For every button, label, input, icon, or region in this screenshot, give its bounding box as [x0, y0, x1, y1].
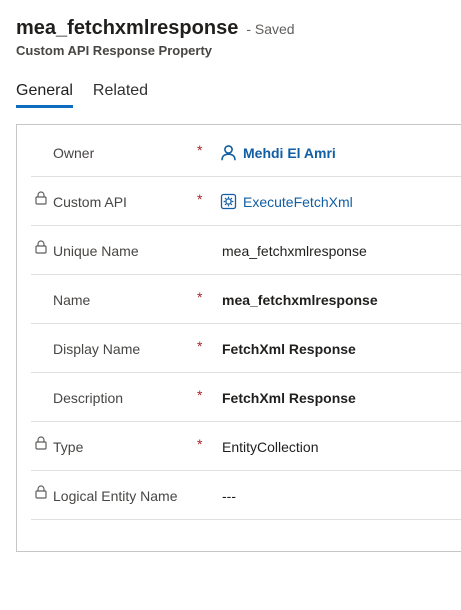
field-label-owner: Owner: [53, 145, 95, 161]
record-title: mea_fetchxmlresponse: [16, 17, 239, 39]
custom-api-value: ExecuteFetchXml: [243, 193, 353, 210]
lock-icon: [35, 240, 47, 254]
owner-value: Mehdi El Amri: [243, 144, 336, 161]
required-indicator: *: [197, 436, 203, 452]
field-label-logical-entity-name: Logical Entity Name: [53, 488, 178, 504]
required-indicator: *: [197, 142, 203, 158]
name-input[interactable]: mea_fetchxmlresponse: [222, 292, 378, 308]
display-name-input[interactable]: FetchXml Response: [222, 341, 356, 357]
tab-general[interactable]: General: [16, 82, 73, 108]
person-icon: [221, 145, 236, 161]
field-row-custom-api: Custom API * ExecuteFetchXml: [31, 177, 461, 226]
field-label-display-name: Display Name: [53, 341, 141, 357]
tab-related[interactable]: Related: [93, 82, 148, 108]
required-indicator: *: [197, 387, 203, 403]
field-row-name: Name * mea_fetchxmlresponse: [31, 275, 461, 324]
entity-type-label: Custom API Response Property: [16, 43, 213, 58]
unique-name-value: mea_fetchxmlresponse: [222, 243, 367, 259]
field-label-type: Type: [53, 439, 84, 455]
type-value: EntityCollection: [222, 439, 319, 455]
field-row-display-name: Display Name * FetchXml Response: [31, 324, 461, 373]
field-row-owner: Owner * Mehdi El Amri: [31, 128, 461, 177]
required-indicator: *: [197, 289, 203, 305]
field-label-unique-name: Unique Name: [53, 243, 139, 259]
field-label-description: Description: [53, 390, 124, 406]
field-label-name: Name: [53, 292, 91, 308]
lock-icon: [35, 436, 47, 450]
logical-entity-name-value: ---: [222, 488, 236, 504]
custom-api-icon: [220, 193, 237, 210]
general-section: Owner * Mehdi El Amri Custom API * Execu…: [16, 124, 461, 552]
required-indicator: *: [197, 191, 203, 207]
lock-icon: [35, 191, 47, 205]
form-page: mea_fetchxmlresponse - Saved Custom API …: [0, 0, 461, 610]
field-row-unique-name: Unique Name mea_fetchxmlresponse: [31, 226, 461, 275]
owner-lookup-link[interactable]: Mehdi El Amri: [220, 144, 336, 161]
required-indicator: *: [197, 338, 203, 354]
description-input[interactable]: FetchXml Response: [222, 390, 356, 406]
field-row-logical-entity-name: Logical Entity Name ---: [31, 471, 461, 520]
save-status: - Saved: [246, 21, 295, 37]
field-label-custom-api: Custom API: [53, 194, 127, 210]
field-row-type: Type * EntityCollection: [31, 422, 461, 471]
tab-bar: General Related: [16, 82, 148, 108]
custom-api-lookup-link[interactable]: ExecuteFetchXml: [220, 193, 353, 210]
title-row: mea_fetchxmlresponse - Saved: [16, 17, 295, 40]
field-row-description: Description * FetchXml Response: [31, 373, 461, 422]
lock-icon: [35, 485, 47, 499]
